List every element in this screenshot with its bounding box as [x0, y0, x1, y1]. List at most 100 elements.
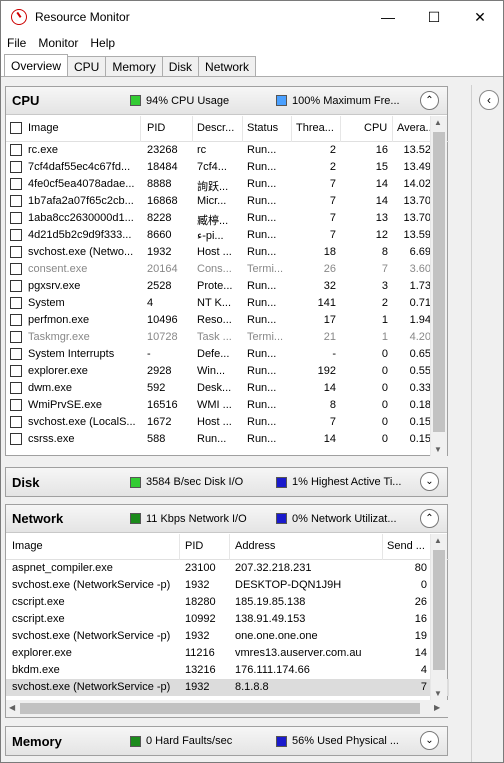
scroll-down-arrow-icon[interactable]: ▼ — [434, 689, 442, 698]
row-checkbox[interactable] — [10, 212, 22, 224]
table-row[interactable]: System 4 NT K... Run... 141 2 0.71 — [6, 295, 449, 312]
row-checkbox[interactable] — [10, 399, 22, 411]
table-row[interactable]: 4fe0cf5ea4078adae... 8888 詢跃... Run... 7 14 14… — [6, 176, 449, 193]
table-row[interactable]: csrss.exe 588 Run... Run... 14 0 0.15 — [6, 431, 449, 448]
tab-network[interactable]: Network — [198, 56, 257, 76]
memory-header[interactable]: Memory 0 Hard Faults/sec 56% Used Physic… — [6, 727, 447, 755]
table-row[interactable]: dwm.exe 592 Desk... Run... 14 0 0.33 — [6, 380, 449, 397]
row-checkbox[interactable] — [10, 229, 22, 241]
table-row[interactable]: explorer.exe 2928 Win... Run... 192 0 0.55 — [6, 363, 449, 380]
row-checkbox[interactable] — [10, 382, 22, 394]
table-row[interactable]: 7cf4daf55ec4c67fd... 18484 7cf4... Run... 2 1… — [6, 159, 449, 176]
cpu-header[interactable]: CPU 94% CPU Usage 100% Maximum Fre... ⌃ — [6, 87, 447, 115]
row-checkbox[interactable] — [10, 433, 22, 445]
table-row[interactable]: explorer.exe 11216 vmres13.auserver.com.au… — [6, 645, 449, 662]
table-row[interactable]: 1aba8cc2630000d1... 8228 臧楟... Run... 7 13 13.… — [6, 210, 449, 227]
tab-cpu[interactable]: CPU — [67, 56, 107, 76]
chevron-left-icon[interactable]: ‹ — [479, 90, 499, 110]
minimize-button[interactable]: — — [365, 1, 411, 33]
table-row[interactable]: 1b7afa2a07f65c2cb... 16868 Micr... Run... 7 1… — [6, 193, 449, 210]
cell-status: Run... — [247, 229, 277, 241]
cell-cpu: 1 — [381, 314, 388, 326]
col-send[interactable]: Send ... — [387, 540, 425, 552]
col-image[interactable]: Image — [12, 540, 43, 552]
col-cpu[interactable]: CPU — [364, 122, 387, 134]
col-status[interactable]: Status — [247, 122, 278, 134]
col-threads[interactable]: Threa... — [296, 122, 334, 134]
scroll-down-arrow-icon[interactable]: ▼ — [434, 445, 442, 454]
table-row[interactable]: aspnet_compiler.exe 23100 207.32.218.231 80 — [6, 560, 449, 577]
tab-memory[interactable]: Memory — [105, 56, 163, 76]
cell-image: 4fe0cf5ea4078adae... — [28, 178, 135, 190]
cell-cpu: 8 — [381, 246, 388, 258]
maximize-button[interactable]: ☐ — [411, 1, 457, 33]
table-row[interactable]: System Interrupts - Defe... Run... - 0 0.65 — [6, 346, 449, 363]
table-row[interactable]: consent.exe 20164 Cons... Termi... 26 7 3.60 — [6, 261, 449, 278]
network-header[interactable]: Network 11 Kbps Network I/O 0% Network U… — [6, 505, 447, 533]
scroll-right-arrow-icon[interactable]: ▶ — [434, 703, 440, 712]
menu-help[interactable]: Help — [90, 36, 115, 50]
col-address[interactable]: Address — [235, 540, 275, 552]
chevron-down-icon[interactable]: ⌄ — [420, 731, 439, 750]
select-all-checkbox[interactable] — [10, 122, 22, 134]
network-rows: aspnet_compiler.exe 23100 207.32.218.231 80… — [6, 560, 449, 696]
table-row[interactable]: rc.exe 23268 rc Run... 2 16 13.52 — [6, 142, 449, 159]
table-row[interactable]: svchost.exe (Netwo... 1932 Host ... Run... 1… — [6, 244, 449, 261]
chevron-down-icon[interactable]: ⌄ — [420, 472, 439, 491]
network-hscrollbar[interactable]: ◀ ▶ — [6, 700, 449, 717]
blue-square-icon — [276, 735, 287, 747]
row-checkbox[interactable] — [10, 348, 22, 360]
cell-average: 13.70 — [403, 195, 431, 207]
col-description[interactable]: Descr... — [197, 122, 234, 134]
row-checkbox[interactable] — [10, 161, 22, 173]
row-checkbox[interactable] — [10, 416, 22, 428]
table-row[interactable]: cscript.exe 10992 138.91.49.153 16 — [6, 611, 449, 628]
scroll-left-arrow-icon[interactable]: ◀ — [9, 703, 15, 712]
col-image[interactable]: Image — [28, 122, 59, 134]
cell-image: cscript.exe — [12, 613, 65, 625]
menu-file[interactable]: File — [7, 36, 26, 50]
hscroll-thumb[interactable] — [20, 703, 420, 714]
row-checkbox[interactable] — [10, 246, 22, 258]
chevron-up-icon[interactable]: ⌃ — [420, 509, 439, 528]
network-vscrollbar[interactable]: ▲ ▼ — [430, 534, 447, 700]
cell-cpu: 12 — [375, 229, 388, 241]
scroll-thumb[interactable] — [433, 132, 445, 432]
col-pid[interactable]: PID — [185, 540, 203, 552]
row-checkbox[interactable] — [10, 144, 22, 156]
scroll-thumb[interactable] — [433, 550, 445, 670]
row-checkbox[interactable] — [10, 297, 22, 309]
row-checkbox[interactable] — [10, 195, 22, 207]
table-row[interactable]: svchost.exe (NetworkService -p) 1932 one.o… — [6, 628, 449, 645]
table-row[interactable]: perfmon.exe 10496 Reso... Run... 17 1 1.94 — [6, 312, 449, 329]
row-checkbox[interactable] — [10, 365, 22, 377]
table-row[interactable]: Taskmgr.exe 10728 Task ... Termi... 21 1 4.20 — [6, 329, 449, 346]
menu-monitor[interactable]: Monitor — [38, 36, 78, 50]
cell-description: 7cf4... — [197, 161, 227, 173]
scroll-up-arrow-icon[interactable]: ▲ — [434, 118, 442, 127]
cell-image: svchost.exe (Netwo... — [28, 246, 134, 258]
row-checkbox[interactable] — [10, 331, 22, 343]
table-row[interactable]: WmiPrvSE.exe 16516 WMI ... Run... 8 0 0.18 — [6, 397, 449, 414]
close-button[interactable]: ✕ — [457, 1, 503, 33]
disk-header[interactable]: Disk 3584 B/sec Disk I/O 1% Highest Acti… — [6, 468, 447, 496]
table-row[interactable]: svchost.exe (LocalS... 1672 Host ... Run...… — [6, 414, 449, 431]
row-checkbox[interactable] — [10, 263, 22, 275]
table-row[interactable]: pgxsrv.exe 2528 Prote... Run... 32 3 1.73 — [6, 278, 449, 295]
cell-average: 0.18 — [409, 399, 431, 411]
row-checkbox[interactable] — [10, 314, 22, 326]
table-row[interactable]: svchost.exe (NetworkService -p) 1932 DESKT… — [6, 577, 449, 594]
blue-square-icon — [276, 476, 287, 488]
tab-disk[interactable]: Disk — [161, 56, 200, 76]
tab-overview[interactable]: Overview — [4, 54, 69, 76]
row-checkbox[interactable] — [10, 178, 22, 190]
table-row[interactable]: svchost.exe (NetworkService -p) 1932 8.1.8… — [6, 679, 449, 696]
cpu-scrollbar[interactable]: ▲ ▼ — [430, 116, 447, 456]
table-row[interactable]: 4d21d5b2c9d9f333... 8660 ء-pi... Run... 7 12 1… — [6, 227, 449, 244]
scroll-up-arrow-icon[interactable]: ▲ — [434, 536, 442, 545]
row-checkbox[interactable] — [10, 280, 22, 292]
col-pid[interactable]: PID — [147, 122, 165, 134]
table-row[interactable]: cscript.exe 18280 185.19.85.138 26 — [6, 594, 449, 611]
table-row[interactable]: bkdm.exe 13216 176.111.174.66 4 — [6, 662, 449, 679]
chevron-up-icon[interactable]: ⌃ — [420, 91, 439, 110]
